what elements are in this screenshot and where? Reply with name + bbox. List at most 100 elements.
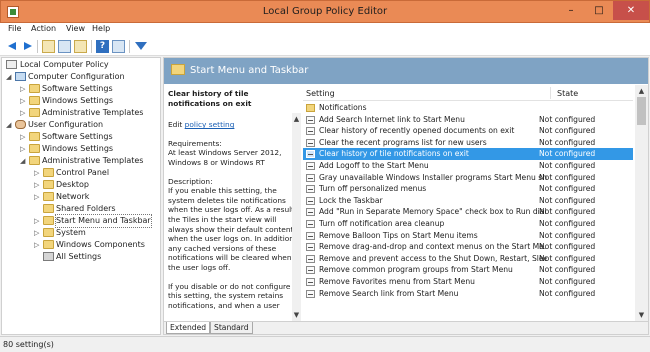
setting-state: Not configured [539, 126, 596, 136]
window-title: Local Group Policy Editor [262, 6, 388, 17]
expand-arrow-icon[interactable]: ▷ [34, 229, 41, 237]
table-row[interactable]: Turn off notification area cleanup Not co… [303, 218, 633, 230]
setting-state: Not configured [539, 277, 596, 286]
folder-icon [43, 180, 54, 189]
setting-name: Clear history of tile notifications on e… [319, 149, 469, 159]
expand-arrow-icon[interactable]: ▷ [20, 133, 27, 141]
setting-name: Gray unavailable Windows Installer progr… [319, 172, 547, 182]
help-icon[interactable]: ? [96, 40, 109, 53]
table-row[interactable]: Remove common program groups from Start … [303, 264, 633, 276]
folder-icon [29, 96, 40, 105]
setting-name: Turn off notification area cleanup [319, 219, 445, 228]
show-hide-tree-icon[interactable] [58, 40, 71, 53]
expand-arrow-icon[interactable]: ▷ [34, 181, 41, 189]
column-header-setting[interactable]: Setting [306, 89, 335, 98]
expand-arrow-icon[interactable]: ▷ [34, 169, 41, 177]
table-row[interactable]: Remove Favorites menu from Start Menu Not… [303, 276, 633, 288]
scroll-down-arrow-icon[interactable]: ▼ [638, 311, 645, 319]
scroll-up-arrow-icon[interactable]: ▲ [293, 115, 300, 123]
expand-arrow-icon[interactable]: ▷ [20, 85, 27, 93]
expand-arrow-icon[interactable]: ▷ [20, 145, 27, 153]
collapse-arrow-icon[interactable]: ◢ [6, 121, 13, 129]
collapse-arrow-icon[interactable]: ◢ [6, 73, 13, 81]
description-panel: Clear history of tile notifications on e… [164, 85, 297, 321]
policy-title: Clear history of tile notifications on e… [168, 89, 252, 108]
folder-icon [29, 108, 40, 117]
table-row[interactable]: Add "Run in Separate Memory Space" check… [303, 206, 633, 218]
filter-icon[interactable] [134, 40, 147, 53]
expand-arrow-icon[interactable]: ▷ [34, 193, 41, 201]
folder-icon [29, 144, 40, 153]
setting-state: Not configured [539, 242, 596, 252]
menu-action[interactable]: Action [31, 24, 56, 33]
column-separator[interactable] [550, 87, 551, 99]
forward-arrow-icon[interactable] [21, 40, 34, 53]
setting-name: Lock the Taskbar [319, 195, 383, 205]
edit-policy-setting-link[interactable]: policy setting [185, 120, 235, 129]
expand-arrow-icon[interactable]: ▷ [20, 109, 27, 117]
table-row[interactable]: Clear history of tile notifications on e… [303, 148, 633, 160]
policy-setting-icon [306, 243, 315, 252]
status-bar: 80 setting(s) [0, 336, 650, 352]
back-arrow-icon[interactable] [6, 40, 19, 53]
menu-file[interactable]: File [8, 24, 21, 33]
setting-name: Notifications [319, 103, 367, 112]
table-row[interactable]: Add Logoff to the Start Menu Not configur… [303, 160, 633, 172]
policy-setting-icon [306, 115, 315, 124]
table-row[interactable]: Clear history of recently opened documen… [303, 125, 633, 137]
scroll-thumb[interactable] [637, 97, 646, 125]
close-button[interactable]: ✕ [613, 1, 649, 20]
policy-setting-icon [306, 231, 315, 240]
folder-icon [29, 156, 40, 165]
list-item-folder[interactable]: Notifications [303, 102, 633, 114]
setting-name: Clear history of recently opened documen… [319, 126, 515, 136]
table-row[interactable]: Turn off personalized menus Not configure… [303, 183, 633, 195]
column-header-state[interactable]: State [557, 89, 578, 98]
expand-arrow-icon[interactable]: ▷ [34, 217, 41, 225]
toolbar: ? [0, 37, 650, 56]
export-list-icon[interactable] [74, 40, 87, 53]
maximize-button[interactable]: □ [585, 1, 613, 20]
table-row[interactable]: Clear the recent programs list for new u… [303, 137, 633, 149]
requirements-text: Requirements: At least Windows Server 20… [168, 138, 282, 167]
table-row[interactable]: Add Search Internet link to Start Menu No… [303, 114, 633, 126]
settings-list[interactable]: Setting State Notifications Add Search In… [303, 85, 648, 321]
table-row[interactable]: Gray unavailable Windows Installer progr… [303, 172, 633, 184]
edit-line: Edit policy setting [168, 120, 235, 130]
expand-arrow-icon[interactable]: ▷ [34, 241, 41, 249]
table-row[interactable]: Remove drag-and-drop and context menus o… [303, 241, 633, 253]
menu-view[interactable]: View [66, 24, 85, 33]
setting-name: Add "Run in Separate Memory Space" check… [319, 207, 547, 217]
scroll-up-arrow-icon[interactable]: ▲ [638, 87, 645, 95]
table-row[interactable]: Remove Search link from Start Menu Not co… [303, 288, 633, 300]
collapse-arrow-icon[interactable]: ◢ [20, 157, 27, 165]
navigation-tree[interactable]: Local Computer Policy ◢ Computer Configu… [1, 57, 161, 335]
list-header: Setting State [303, 85, 633, 101]
policy-setting-icon [306, 220, 315, 228]
policy-setting-icon [306, 278, 315, 286]
tab-standard[interactable]: Standard [210, 322, 253, 334]
setting-name: Remove Balloon Tips on Start Menu items [319, 230, 478, 240]
scroll-down-arrow-icon[interactable]: ▼ [293, 311, 300, 319]
description-scrollbar[interactable]: ▲ ▼ [292, 113, 301, 321]
table-row[interactable]: Remove and prevent access to the Shut Do… [303, 253, 633, 265]
setting-state: Not configured [539, 219, 596, 228]
setting-state: Not configured [539, 253, 596, 263]
list-scrollbar[interactable]: ▲ ▼ [635, 85, 648, 321]
setting-state: Not configured [539, 137, 596, 147]
expand-arrow-icon[interactable]: ▷ [20, 97, 27, 105]
properties-icon[interactable] [112, 40, 125, 53]
setting-name: Remove Search link from Start Menu [319, 288, 459, 298]
folder-up-icon[interactable] [42, 40, 55, 53]
folder-icon [43, 240, 54, 249]
minimize-button[interactable]: – [557, 1, 585, 20]
policy-setting-icon [306, 162, 315, 170]
table-row[interactable]: Remove Balloon Tips on Start Menu items N… [303, 230, 633, 242]
status-text: 80 setting(s) [3, 340, 54, 349]
policy-setting-icon [306, 208, 315, 217]
table-row[interactable]: Lock the Taskbar Not configured [303, 195, 633, 207]
tab-extended[interactable]: Extended [166, 322, 211, 334]
policy-setting-icon [306, 196, 315, 205]
menu-help[interactable]: Help [92, 24, 110, 33]
toolbar-separator [129, 40, 130, 53]
